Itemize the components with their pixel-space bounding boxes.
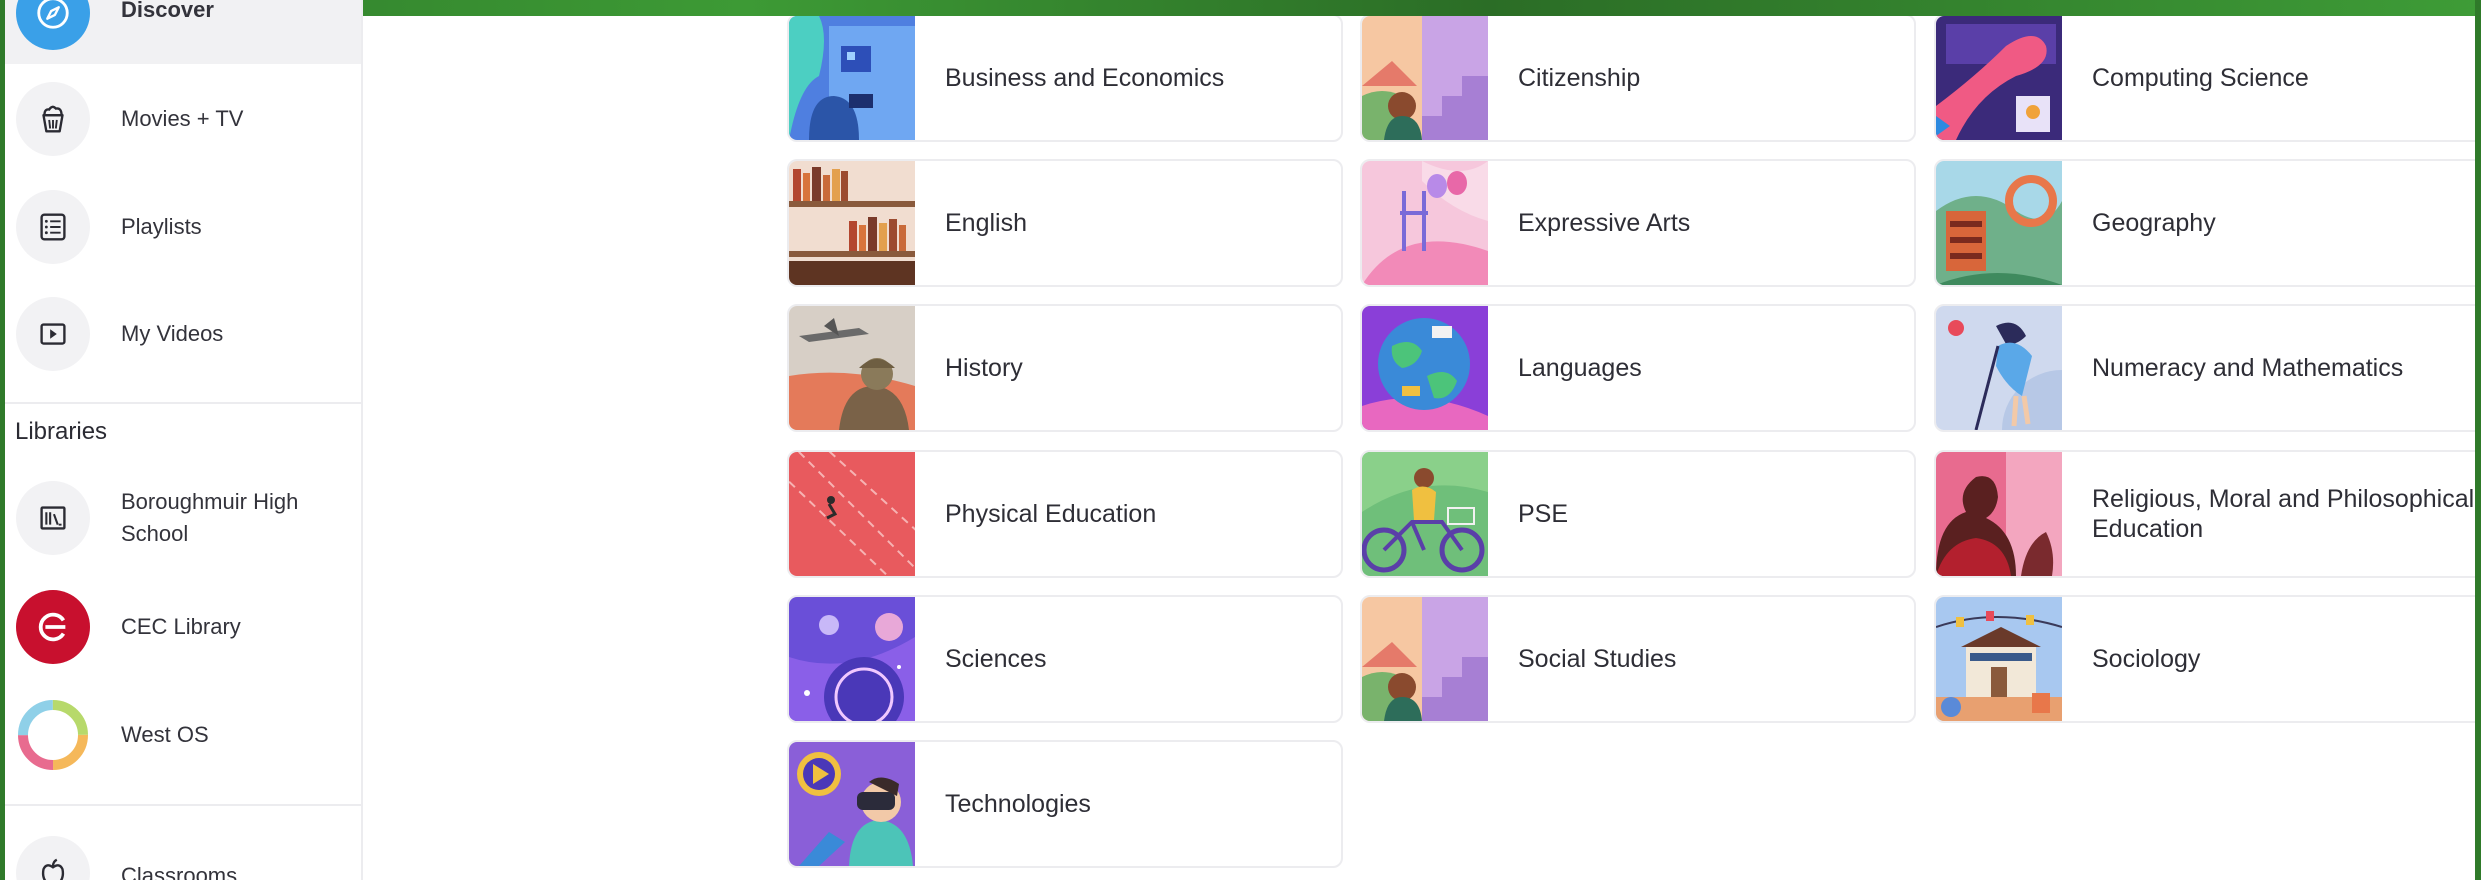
sidebar-item-label: Movies + TV xyxy=(121,106,244,131)
library-icon xyxy=(16,481,90,555)
category-label: Languages xyxy=(1518,354,1642,382)
category-label: Sciences xyxy=(945,645,1047,673)
sidebar-item-label: CEC Library xyxy=(121,614,241,639)
category-label: Computing Science xyxy=(2092,64,2309,92)
category-label: Business and Economics xyxy=(945,64,1225,92)
category-card-pe[interactable]: Physical Education xyxy=(787,450,1343,578)
sidebar-item-label: Playlists xyxy=(121,214,202,239)
sidebar-item-discover[interactable]: Discover xyxy=(5,0,361,64)
category-card-citizenship[interactable]: Citizenship xyxy=(1360,14,1916,142)
sidebar-item-label: My Videos xyxy=(121,321,224,346)
category-card-technologies[interactable]: Technologies xyxy=(787,740,1343,868)
category-card-maths[interactable]: Numeracy and Mathematics xyxy=(1934,304,2481,432)
maths-thumbnail xyxy=(1936,306,2062,430)
sidebar-item-west-os[interactable]: West OS xyxy=(5,698,361,772)
category-label: PSE xyxy=(1518,500,1569,528)
play-icon xyxy=(16,297,90,371)
category-card-languages[interactable]: Languages xyxy=(1360,304,1916,432)
sciences-thumbnail xyxy=(789,597,915,721)
popcorn-icon xyxy=(16,82,90,156)
category-card-geography[interactable]: Geography xyxy=(1934,159,2481,287)
category-card-expressive-arts[interactable]: Expressive Arts xyxy=(1360,159,1916,287)
sidebar-item-movies-tv[interactable]: Movies + TV xyxy=(5,82,361,156)
social-thumbnail xyxy=(1362,597,1488,721)
category-label: Numeracy and Mathematics xyxy=(2092,354,2404,382)
sidebar-item-label: Boroughmuir High School xyxy=(121,489,299,546)
category-label: History xyxy=(945,354,1023,382)
category-label: Sociology xyxy=(2092,645,2201,673)
languages-thumbnail xyxy=(1362,306,1488,430)
sidebar-item-label: Discover xyxy=(121,0,214,22)
category-card-pse[interactable]: PSE xyxy=(1360,450,1916,578)
category-label: Geography xyxy=(2092,209,2216,237)
sidebar-item-playlists[interactable]: Playlists xyxy=(5,190,361,264)
category-card-business[interactable]: Business and Economics xyxy=(787,14,1343,142)
category-card-computing[interactable]: Computing Science xyxy=(1934,14,2481,142)
category-card-english[interactable]: English xyxy=(787,159,1343,287)
category-label: Religious, Moral and Philosophical Educa… xyxy=(2092,485,2475,543)
category-label: Citizenship xyxy=(1518,64,1641,92)
category-label: Technologies xyxy=(945,790,1091,818)
category-label: Social Studies xyxy=(1518,645,1677,673)
window-frame-left xyxy=(0,0,5,880)
window-frame-right xyxy=(2475,0,2481,880)
pe-thumbnail xyxy=(789,452,915,576)
category-card-rmps[interactable]: Religious, Moral and Philosophical Educa… xyxy=(1934,450,2481,578)
english-thumbnail xyxy=(789,161,915,285)
ring-logo-icon xyxy=(16,698,90,772)
libraries-heading: Libraries xyxy=(15,418,108,445)
list-icon xyxy=(16,190,90,264)
business-thumbnail xyxy=(789,16,915,140)
category-label: Physical Education xyxy=(945,500,1157,528)
sidebar-item-label: Classrooms xyxy=(121,863,238,880)
computing-thumbnail xyxy=(1936,16,2062,140)
sociology-thumbnail xyxy=(1936,597,2062,721)
sidebar: Discover Movies + TV Playlists My Videos… xyxy=(5,0,363,880)
category-card-sociology[interactable]: Sociology xyxy=(1934,595,2481,723)
arts-thumbnail xyxy=(1362,161,1488,285)
sidebar-item-label: West OS xyxy=(121,722,209,747)
geography-thumbnail xyxy=(1936,161,2062,285)
category-label: Expressive Arts xyxy=(1518,209,1691,237)
cec-logo-icon xyxy=(16,590,90,664)
apple-icon xyxy=(16,836,90,880)
compass-icon xyxy=(16,0,90,50)
category-label: English xyxy=(945,209,1027,237)
sidebar-item-cec-library[interactable]: CEC Library xyxy=(5,590,361,664)
category-card-social-studies[interactable]: Social Studies xyxy=(1360,595,1916,723)
category-card-history[interactable]: History xyxy=(787,304,1343,432)
window-frame-top xyxy=(0,0,2481,16)
pse-thumbnail xyxy=(1362,452,1488,576)
technologies-thumbnail xyxy=(789,742,915,866)
rmps-thumbnail xyxy=(1936,452,2062,576)
sidebar-divider xyxy=(5,804,361,806)
sidebar-item-my-videos[interactable]: My Videos xyxy=(5,297,361,371)
category-card-sciences[interactable]: Sciences xyxy=(787,595,1343,723)
citizenship-thumbnail xyxy=(1362,16,1488,140)
history-thumbnail xyxy=(789,306,915,430)
sidebar-item-classrooms[interactable]: Classrooms xyxy=(5,836,361,880)
sidebar-item-boroughmuir[interactable]: Boroughmuir High School xyxy=(5,481,361,555)
sidebar-divider xyxy=(5,402,361,404)
